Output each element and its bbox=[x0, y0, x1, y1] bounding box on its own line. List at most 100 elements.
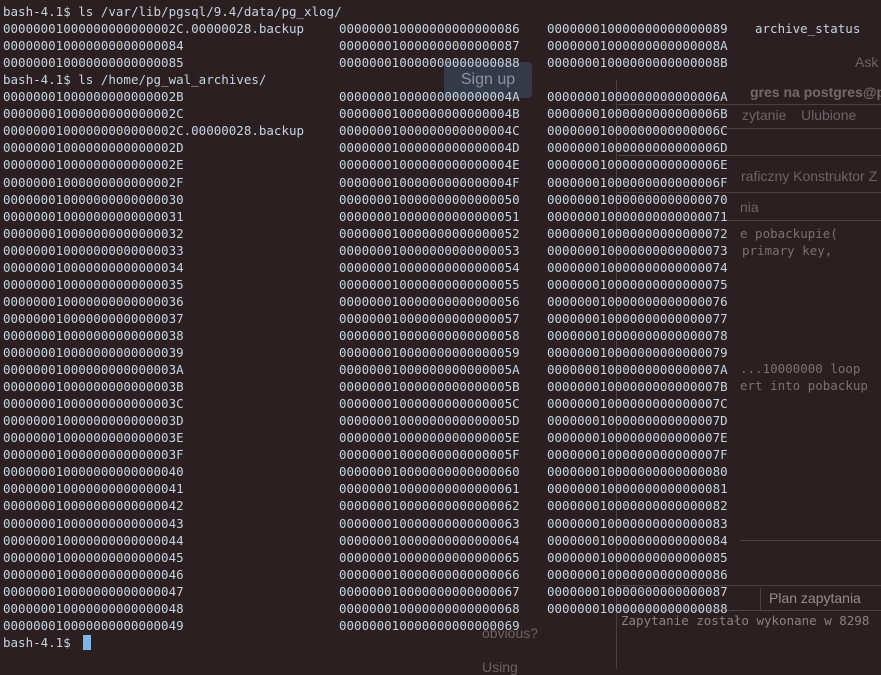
wal-file-entry: 000000010000000000000079 bbox=[547, 345, 728, 360]
wal-file-entry: 000000010000000000000074 bbox=[547, 259, 728, 275]
wal-file-entry: 00000001000000000000007D bbox=[547, 413, 728, 429]
wal-file-entry: 000000010000000000000066 bbox=[339, 566, 520, 582]
wal-file-entry: 000000010000000000000073 bbox=[547, 242, 728, 258]
wal-file-entry: 000000010000000000000084 bbox=[547, 532, 728, 548]
wal-file-entry: 00000001000000000000006E bbox=[547, 157, 728, 173]
wal-file-entry: 000000010000000000000042 bbox=[3, 498, 184, 514]
wal-file-entry: 00000001000000000000006B bbox=[547, 106, 728, 122]
wal-file-entry: 000000010000000000000030 bbox=[3, 191, 184, 207]
wal-file-entry: 000000010000000000000061 bbox=[339, 481, 520, 497]
wal-file-entry: 000000010000000000000049 bbox=[3, 617, 184, 633]
wal-file-entry: 000000010000000000000065 bbox=[339, 549, 520, 565]
wal-file-entry: 000000010000000000000085 bbox=[547, 549, 728, 565]
wal-file-entry: 000000010000000000000080 bbox=[547, 464, 728, 480]
wal-file-entry: 000000010000000000000033 bbox=[3, 242, 184, 258]
wal-file-entry: 000000010000000000000037 bbox=[3, 310, 184, 326]
wal-file-entry: 000000010000000000000062 bbox=[339, 498, 520, 514]
wal-file-entry: 00000001000000000000006D bbox=[547, 140, 728, 156]
wal-file-entry: 000000010000000000000048 bbox=[3, 600, 184, 616]
wal-file-entry: 000000010000000000000063 bbox=[339, 515, 520, 531]
wal-file-entry: 00000001000000000000004F bbox=[339, 174, 520, 190]
wal-file-entry: 000000010000000000000058 bbox=[339, 327, 520, 343]
wal-file-entry: 00000001000000000000002C.00000028.backup bbox=[3, 21, 305, 37]
wal-file-entry: 000000010000000000000076 bbox=[547, 293, 728, 309]
wal-file-entry: 000000010000000000000067 bbox=[339, 583, 520, 599]
wal-file-entry: 000000010000000000000051 bbox=[339, 208, 520, 224]
wal-file-entry: 00000001000000000000003F bbox=[3, 447, 184, 463]
wal-file-entry: 000000010000000000000059 bbox=[339, 345, 520, 360]
wal-file-entry: 00000001000000000000003D bbox=[3, 413, 184, 429]
wal-file-entry: 00000001000000000000005A bbox=[339, 362, 520, 378]
wal-file-entry: 000000010000000000000083 bbox=[547, 515, 728, 531]
shell-command: ls /home/pg_wal_archives/ bbox=[78, 72, 267, 88]
wal-file-entry: 000000010000000000000046 bbox=[3, 566, 184, 582]
wal-file-entry: 000000010000000000000034 bbox=[3, 259, 184, 275]
wal-file-entry: 000000010000000000000056 bbox=[339, 293, 520, 309]
wal-file-entry: 000000010000000000000052 bbox=[339, 225, 520, 241]
wal-file-entry: 000000010000000000000081 bbox=[547, 481, 728, 497]
wal-file-entry: 00000001000000000000007F bbox=[547, 447, 728, 463]
wal-file-entry: 00000001000000000000003C bbox=[3, 396, 184, 412]
wal-file-entry: 000000010000000000000055 bbox=[339, 276, 520, 292]
shell-prompt: bash-4.1$ bbox=[3, 4, 71, 19]
wal-file-entry: 00000001000000000000008B bbox=[547, 55, 728, 71]
wal-file-entry: 000000010000000000000072 bbox=[547, 225, 728, 241]
wal-file-entry: 00000001000000000000006A bbox=[547, 89, 728, 105]
terminal-cursor[interactable] bbox=[83, 634, 91, 650]
wal-file-entry: 000000010000000000000077 bbox=[547, 310, 728, 326]
wal-file-entry: 000000010000000000000088 bbox=[339, 55, 520, 71]
wal-file-entry: 00000001000000000000007C bbox=[547, 396, 728, 412]
wal-file-entry: 000000010000000000000044 bbox=[3, 532, 184, 548]
terminal-output[interactable]: bash-4.1$ ls /var/lib/pgsql/9.4/data/pg_… bbox=[0, 0, 881, 669]
wal-file-entry: 00000001000000000000005E bbox=[339, 430, 520, 446]
wal-file-entry: 00000001000000000000002B bbox=[3, 89, 184, 105]
wal-file-entry: 000000010000000000000085 bbox=[3, 55, 184, 71]
wal-file-entry: 000000010000000000000047 bbox=[3, 583, 184, 599]
wal-file-entry: 000000010000000000000053 bbox=[339, 242, 520, 258]
wal-file-entry: 00000001000000000000002E bbox=[3, 157, 184, 173]
wal-file-entry: 000000010000000000000071 bbox=[547, 208, 728, 224]
wal-file-entry: 000000010000000000000069 bbox=[339, 617, 520, 633]
wal-file-entry: 00000001000000000000003B bbox=[3, 379, 184, 395]
prompt-line: bash-4.1$ bbox=[3, 634, 78, 651]
wal-file-entry: 000000010000000000000050 bbox=[339, 191, 520, 207]
wal-file-entry: 00000001000000000000005F bbox=[339, 447, 520, 463]
wal-file-entry: 000000010000000000000031 bbox=[3, 208, 184, 224]
wal-file-entry: 000000010000000000000086 bbox=[547, 566, 728, 582]
wal-file-entry: 000000010000000000000032 bbox=[3, 225, 184, 241]
wal-file-entry: 00000001000000000000002F bbox=[3, 174, 184, 190]
wal-file-entry: 00000001000000000000002C bbox=[3, 106, 184, 122]
wal-file-entry: 00000001000000000000005B bbox=[339, 379, 520, 395]
directory-entry: archive_status bbox=[755, 21, 861, 37]
wal-file-entry: 00000001000000000000004A bbox=[339, 89, 520, 105]
wal-file-entry: 00000001000000000000004E bbox=[339, 157, 520, 173]
wal-file-entry: 000000010000000000000087 bbox=[547, 583, 728, 599]
wal-file-entry: 000000010000000000000036 bbox=[3, 293, 184, 309]
wal-file-entry: 000000010000000000000075 bbox=[547, 276, 728, 292]
wal-file-entry: 00000001000000000000006C bbox=[547, 123, 728, 139]
wal-file-entry: 00000001000000000000004C bbox=[339, 123, 520, 139]
wal-file-entry: 000000010000000000000089 bbox=[547, 21, 728, 37]
wal-file-entry: 00000001000000000000005C bbox=[339, 396, 520, 412]
prompt-line: bash-4.1$ ls /home/pg_wal_archives/ bbox=[3, 71, 266, 88]
shell-command: ls /var/lib/pgsql/9.4/data/pg_xlog/ bbox=[78, 4, 342, 19]
wal-file-entry: 00000001000000000000005D bbox=[339, 413, 520, 429]
wal-file-entry: 00000001000000000000007E bbox=[547, 430, 728, 446]
wal-file-entry: 000000010000000000000084 bbox=[3, 38, 184, 54]
wal-file-entry: 00000001000000000000003E bbox=[3, 430, 184, 446]
wal-file-entry: 000000010000000000000038 bbox=[3, 327, 184, 343]
wal-file-entry: 00000001000000000000008A bbox=[547, 38, 728, 54]
wal-file-entry: 000000010000000000000064 bbox=[339, 532, 520, 548]
wal-file-entry: 000000010000000000000088 bbox=[547, 600, 728, 616]
wal-file-entry: 00000001000000000000004B bbox=[339, 106, 520, 122]
wal-file-entry: 00000001000000000000003A bbox=[3, 362, 184, 378]
shell-prompt: bash-4.1$ bbox=[3, 634, 71, 650]
shell-prompt: bash-4.1$ bbox=[3, 72, 71, 88]
wal-file-entry: 000000010000000000000068 bbox=[339, 600, 520, 616]
wal-file-entry: 00000001000000000000007A bbox=[547, 362, 728, 378]
wal-file-entry: 000000010000000000000043 bbox=[3, 515, 184, 531]
wal-file-entry: 000000010000000000000039 bbox=[3, 345, 184, 360]
wal-file-entry: 00000001000000000000004D bbox=[339, 140, 520, 156]
wal-file-entry: 000000010000000000000040 bbox=[3, 464, 184, 480]
wal-file-entry: 000000010000000000000041 bbox=[3, 481, 184, 497]
